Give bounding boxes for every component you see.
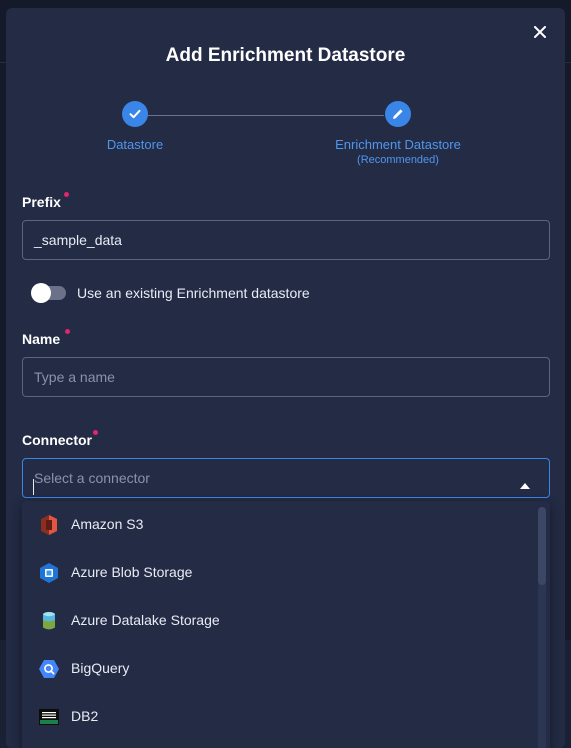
step-enrichment-sublabel: (Recommended) <box>357 154 439 166</box>
amazon-s3-icon <box>41 515 57 535</box>
existing-datastore-toggle-label: Use an existing Enrichment datastore <box>77 285 310 301</box>
prefix-label: Prefix <box>22 194 61 210</box>
connector-dropdown-menu: Amazon S3 Azure Blob Storage Azure Datal… <box>22 501 550 748</box>
dropdown-scrollbar-thumb[interactable] <box>538 507 546 585</box>
connector-option-bigquery[interactable]: BigQuery <box>22 645 536 693</box>
step-enrichment-label: Enrichment Datastore <box>335 137 461 152</box>
connector-option-label: Amazon S3 <box>71 516 144 532</box>
connector-option-label: DB2 <box>71 708 99 724</box>
connector-option-amazon-s3[interactable]: Amazon S3 <box>22 501 536 549</box>
azure-datalake-storage-icon <box>43 612 55 630</box>
name-input[interactable]: Type a name <box>22 357 550 397</box>
add-enrichment-datastore-dialog: Add Enrichment Datastore Datastore Enric… <box>6 8 565 748</box>
close-button[interactable] <box>530 22 550 42</box>
connector-option-label: Azure Blob Storage <box>71 564 193 580</box>
connector-label: Connector <box>22 432 92 448</box>
chevron-up-icon[interactable] <box>520 483 530 489</box>
connector-option-azure-datalake-storage[interactable]: Azure Datalake Storage <box>22 597 536 645</box>
pencil-icon <box>393 109 403 119</box>
prefix-input[interactable]: _sample_data <box>22 220 550 260</box>
step-enrichment-dot <box>385 101 411 127</box>
prefix-required-marker <box>64 192 69 197</box>
name-required-marker <box>65 329 70 334</box>
connector-select[interactable]: Select a connector <box>22 458 550 498</box>
connector-option-db2[interactable]: DB2 <box>22 693 536 741</box>
name-label: Name <box>22 331 61 347</box>
azure-blob-storage-icon <box>40 563 58 583</box>
text-caret <box>33 479 34 495</box>
bigquery-icon <box>39 660 59 678</box>
toggle-knob[interactable] <box>31 283 51 303</box>
connector-option-azure-blob-storage[interactable]: Azure Blob Storage <box>22 549 536 597</box>
connector-option-label: Azure Datalake Storage <box>71 612 220 628</box>
check-icon <box>129 109 141 119</box>
step-datastore-dot <box>122 101 148 127</box>
connector-required-marker <box>93 430 98 435</box>
step-datastore-label: Datastore <box>106 137 164 152</box>
db2-icon <box>39 709 59 725</box>
stepper-connector-line <box>148 115 384 116</box>
close-icon <box>534 26 546 38</box>
connector-option-label: BigQuery <box>71 660 130 676</box>
dialog-title: Add Enrichment Datastore <box>165 45 406 66</box>
